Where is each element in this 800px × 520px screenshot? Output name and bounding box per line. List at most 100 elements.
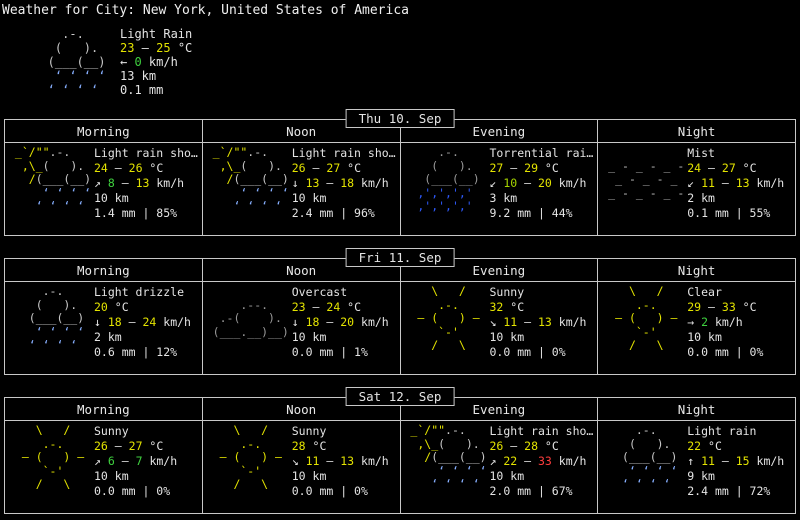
light-rain-shower-icon: _`/"".-. ,\_( ). /(___(__) ‘ ‘ ‘ ‘ ‘ ‘ ‘… (404, 424, 488, 492)
forecast-day: Fri 11. Sep Morning Noon Evening Night .… (4, 248, 796, 375)
condition-text: Sunny (94, 424, 177, 439)
period-header: Night (598, 120, 796, 143)
temperature: 28 °C (292, 439, 389, 454)
condition-text: Light rain sho… (292, 146, 396, 161)
temperature: 27 – 29 °C (490, 161, 594, 176)
condition-text: Mist (687, 146, 784, 161)
wind: ↓ 13 – 18 km/h (292, 176, 396, 191)
sunny-icon: \ / .-. ― ( ) ― `-' / \ (601, 285, 685, 353)
temperature: 24 – 26 °C (94, 161, 198, 176)
precipitation: 0.0 mm | 0% (490, 345, 587, 360)
visibility: 10 km (687, 330, 763, 345)
wind: ↗ 8 – 13 km/h (94, 176, 198, 191)
light-rain-shower-icon: _`/"".-. ,\_( ). /(___(__) ‘ ‘ ‘ ‘ ‘ ‘ ‘… (8, 146, 92, 214)
light-rain-icon: .-. ( ). (___(__) ‘ ‘ ‘ ‘ ‘ ‘ ‘ ‘ (26, 27, 110, 97)
period-header: Morning (5, 398, 203, 421)
precipitation: 1.4 mm | 85% (94, 206, 198, 221)
temperature: 26 – 28 °C (490, 439, 594, 454)
sunny-icon: \ / .-. ― ( ) ― `-' / \ (8, 424, 92, 492)
precipitation: 0.0 mm | 0% (687, 345, 763, 360)
precipitation: 2.4 mm | 96% (292, 206, 396, 221)
overcast-icon: .--. .-( ). (___.__)__) (206, 285, 290, 353)
visibility: 10 km (490, 330, 587, 345)
temperature: 26 – 27 °C (292, 161, 396, 176)
temperature: 22 °C (687, 439, 784, 454)
forecast-table: Morning Noon Evening Night .-. ( ). (___… (4, 258, 796, 375)
period-cell: \ / .-. ― ( ) ― `-' / \ Sunny 28 °C ↘ 11… (202, 421, 400, 514)
light-rain-shower-icon: _`/"".-. ,\_( ). /(___(__) ‘ ‘ ‘ ‘ ‘ ‘ ‘… (206, 146, 290, 214)
weather-report: Weather for City: New York, United State… (0, 0, 800, 514)
wind: ↙ 11 – 13 km/h (687, 176, 784, 191)
visibility: 10 km (94, 469, 177, 484)
visibility: 2 km (94, 330, 191, 345)
light-drizzle-icon: .-. ( ). (___(__) ‘ ‘ ‘ ‘ ‘ ‘ ‘ ‘ (8, 285, 92, 353)
visibility: 10 km (292, 469, 389, 484)
condition-text: Overcast (292, 285, 389, 300)
precipitation: 0.0 mm | 0% (94, 484, 177, 499)
period-cell: \ / .-. ― ( ) ― `-' / \ Sunny 32 °C ↘ 11… (400, 282, 598, 375)
forecast-table: Morning Noon Evening Night \ / .-. ― ( )… (4, 397, 796, 514)
current-precipitation: 0.1 mm (120, 83, 192, 97)
condition-text: Light rain (687, 424, 784, 439)
sunny-icon: \ / .-. ― ( ) ― `-' / \ (404, 285, 488, 353)
condition-text: Torrential rai… (490, 146, 594, 161)
temperature: 20 °C (94, 300, 191, 315)
period-cell: .--. .-( ). (___.__)__) Overcast 23 – 24… (202, 282, 400, 375)
wind: ↗ 22 – 33 km/h (490, 454, 594, 469)
wind: ↘ 11 – 13 km/h (490, 315, 587, 330)
condition-text: Sunny (490, 285, 587, 300)
period-cell: .-. ( ). (___(__) ‚'‚'‚'‚' ‚'‚'‚'‚' Torr… (400, 143, 598, 236)
period-cell: .-. ( ). (___(__) ‘ ‘ ‘ ‘ ‘ ‘ ‘ ‘ Light … (598, 421, 796, 514)
period-cell: _`/"".-. ,\_( ). /(___(__) ‘ ‘ ‘ ‘ ‘ ‘ ‘… (202, 143, 400, 236)
visibility: 10 km (490, 469, 594, 484)
forecast-days: Thu 10. Sep Morning Noon Evening Night _… (0, 109, 800, 514)
forecast-day: Thu 10. Sep Morning Noon Evening Night _… (4, 109, 796, 236)
visibility: 10 km (94, 191, 198, 206)
forecast-date: Sat 12. Sep (346, 387, 455, 406)
temperature: 29 – 33 °C (687, 300, 763, 315)
current-temperature: 23 – 25 °C (120, 41, 192, 55)
period-cell: \ / .-. ― ( ) ― `-' / \ Clear 29 – 33 °C… (598, 282, 796, 375)
period-header: Night (598, 259, 796, 282)
visibility: 10 km (292, 330, 389, 345)
sunny-icon: \ / .-. ― ( ) ― `-' / \ (206, 424, 290, 492)
precipitation: 9.2 mm | 44% (490, 206, 594, 221)
period-cell: .-. ( ). (___(__) ‘ ‘ ‘ ‘ ‘ ‘ ‘ ‘ Light … (5, 282, 203, 375)
visibility: 2 km (687, 191, 784, 206)
precipitation: 0.6 mm | 12% (94, 345, 191, 360)
wind: ↓ 18 – 20 km/h (292, 315, 389, 330)
current-conditions: .-. ( ). (___(__) ‘ ‘ ‘ ‘ ‘ ‘ ‘ ‘ Light … (26, 27, 800, 97)
precipitation: 0.0 mm | 0% (292, 484, 389, 499)
wind: ↗ 6 – 7 km/h (94, 454, 177, 469)
visibility: 10 km (292, 191, 396, 206)
visibility: 9 km (687, 469, 784, 484)
temperature: 32 °C (490, 300, 587, 315)
period-cell: _ - _ - _ - _ - _ - _ _ - _ - _ - Mist 2… (598, 143, 796, 236)
condition-text: Clear (687, 285, 763, 300)
temperature: 24 – 27 °C (687, 161, 784, 176)
wind: ↓ 18 – 24 km/h (94, 315, 191, 330)
current-visibility: 13 km (120, 69, 192, 83)
page-title: Weather for City: New York, United State… (0, 0, 800, 18)
current-condition-text: Light Rain (120, 27, 192, 41)
forecast-date: Thu 10. Sep (346, 109, 455, 128)
precipitation: 0.0 mm | 1% (292, 345, 389, 360)
period-header: Morning (5, 259, 203, 282)
condition-text: Light rain sho… (94, 146, 198, 161)
period-cell: \ / .-. ― ( ) ― `-' / \ Sunny 26 – 27 °C… (5, 421, 203, 514)
precipitation: 2.0 mm | 67% (490, 484, 594, 499)
torrential-rain-icon: .-. ( ). (___(__) ‚'‚'‚'‚' ‚'‚'‚'‚' (404, 146, 488, 214)
wind: → 2 km/h (687, 315, 763, 330)
forecast-date: Fri 11. Sep (346, 248, 455, 267)
period-header: Morning (5, 120, 203, 143)
forecast-table: Morning Noon Evening Night _`/"".-. ,\_(… (4, 119, 796, 236)
wind: ↑ 11 – 15 km/h (687, 454, 784, 469)
condition-text: Light drizzle (94, 285, 191, 300)
light-rain-icon: .-. ( ). (___(__) ‘ ‘ ‘ ‘ ‘ ‘ ‘ ‘ (601, 424, 685, 492)
forecast-day: Sat 12. Sep Morning Noon Evening Night \… (4, 387, 796, 514)
period-header: Night (598, 398, 796, 421)
period-cell: _`/"".-. ,\_( ). /(___(__) ‘ ‘ ‘ ‘ ‘ ‘ ‘… (400, 421, 598, 514)
visibility: 3 km (490, 191, 594, 206)
wind: ↘ 11 – 13 km/h (292, 454, 389, 469)
temperature: 23 – 24 °C (292, 300, 389, 315)
